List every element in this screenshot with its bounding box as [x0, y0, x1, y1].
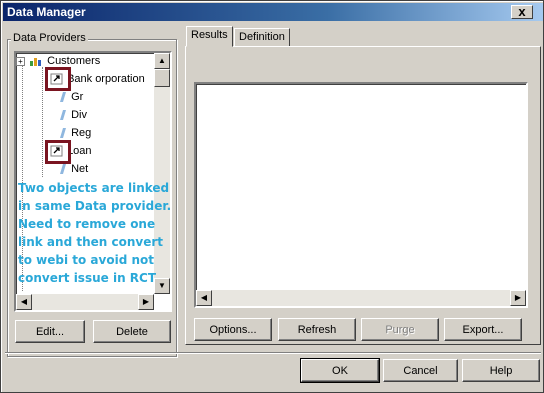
scroll-left-arrow[interactable]: ◀	[16, 294, 32, 310]
edit-button[interactable]: Edit...	[15, 320, 85, 343]
results-area[interactable]: ◀ ▶	[194, 82, 528, 308]
tree-item-gr[interactable]: Gr	[58, 89, 83, 105]
tree-item-label: Gr	[71, 91, 84, 103]
dimension-icon	[60, 92, 66, 103]
help-button[interactable]: Help	[462, 359, 540, 382]
results-horizontal-scrollbar[interactable]: ◀ ▶	[196, 290, 526, 306]
results-tab-panel: ◀ ▶ Options... Refresh Purge Export...	[185, 46, 541, 345]
annotation-line: convert issue in RCT	[18, 271, 157, 285]
window-title: Data Manager	[7, 5, 86, 19]
annotation-line: Need to remove one	[18, 217, 156, 231]
tree-item-label: Net	[71, 163, 89, 175]
purge-button[interactable]: Purge	[361, 318, 439, 341]
expand-icon[interactable]: +	[16, 56, 25, 66]
title-bar[interactable]: Data Manager x	[3, 3, 543, 21]
data-manager-window: Data Manager x Data Providers + Customer…	[0, 0, 544, 393]
scroll-right-arrow[interactable]: ▶	[138, 294, 154, 310]
tree-item-div[interactable]: Div	[58, 107, 87, 123]
cancel-button[interactable]: Cancel	[383, 359, 458, 382]
tree-horizontal-scrollbar[interactable]: ◀ ▶	[16, 294, 154, 310]
dimension-icon	[60, 110, 66, 121]
scroll-up-arrow[interactable]: ▲	[154, 53, 170, 69]
tree-item-reg[interactable]: Reg	[58, 125, 91, 141]
folder-chart-icon	[30, 58, 42, 67]
tab-results[interactable]: Results	[186, 26, 233, 47]
annotation-line: Two objects are linked	[18, 181, 170, 195]
options-button[interactable]: Options...	[194, 318, 272, 341]
annotation-text: Two objects are linked in same Data prov…	[18, 179, 171, 287]
ok-button[interactable]: OK	[300, 358, 380, 383]
tree-item-label: Bank orporation	[67, 73, 145, 85]
scroll-left-arrow[interactable]: ◀	[196, 290, 212, 306]
refresh-button[interactable]: Refresh	[278, 318, 356, 341]
tab-definition[interactable]: Definition	[234, 28, 290, 47]
annotation-line: link and then convert	[18, 235, 163, 249]
scroll-thumb[interactable]	[154, 69, 170, 87]
export-button[interactable]: Export...	[444, 318, 522, 341]
highlight-box-loan-link	[45, 140, 71, 164]
tree-line	[42, 67, 43, 177]
scroll-right-arrow[interactable]: ▶	[510, 290, 526, 306]
annotation-line: to webi to avoid not	[18, 253, 154, 267]
close-button[interactable]: x	[511, 5, 533, 19]
delete-button[interactable]: Delete	[93, 320, 171, 343]
tree-item-label: Reg	[71, 127, 92, 139]
annotation-line: in same Data provider.	[18, 199, 172, 213]
tree-item-label: Customers	[47, 55, 101, 67]
data-providers-label: Data Providers	[11, 32, 88, 44]
dimension-icon	[60, 128, 66, 139]
footer-separator	[5, 352, 541, 354]
tree-item-label: Div	[71, 109, 87, 121]
dimension-icon	[60, 164, 66, 175]
highlight-box-bank-link	[45, 67, 71, 91]
